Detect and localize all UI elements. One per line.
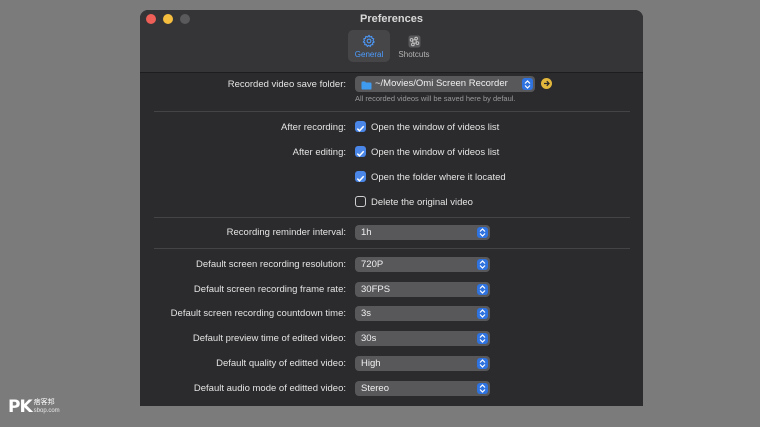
after-editing-option-1: Open the window of videos list bbox=[371, 147, 500, 158]
tab-shortcuts-label: Shotcuts bbox=[398, 49, 430, 59]
after-editing-option-2: Open the folder where it located bbox=[371, 172, 506, 183]
watermark-site: sbop.com bbox=[33, 408, 60, 414]
reminder-select[interactable]: 1h bbox=[355, 225, 490, 240]
resolution-label: Default screen recording resolution: bbox=[196, 259, 346, 270]
quality-label: Default quality of editted video: bbox=[216, 358, 346, 369]
quality-row: Default quality of editted video: High bbox=[140, 354, 643, 374]
preview-time-value: 30s bbox=[361, 333, 377, 344]
reminder-value: 1h bbox=[361, 227, 372, 238]
watermark-name: 痞客邦 bbox=[33, 399, 55, 406]
preview-time-select[interactable]: 30s bbox=[355, 331, 490, 346]
quality-select[interactable]: High bbox=[355, 356, 490, 371]
command-key-icon bbox=[408, 34, 421, 49]
countdown-row: Default screen recording countdown time:… bbox=[140, 304, 643, 324]
save-folder-value: ~/Movies/Omi Screen Recorder bbox=[375, 78, 508, 89]
save-folder-select[interactable]: ~/Movies/Omi Screen Recorder bbox=[355, 76, 535, 92]
divider bbox=[154, 111, 630, 112]
after-editing-row: After editing: Open the window of videos… bbox=[140, 143, 643, 163]
tab-general-label: General bbox=[354, 49, 384, 59]
after-recording-row: After recording: Open the window of vide… bbox=[140, 118, 643, 138]
resolution-value: 720P bbox=[361, 259, 384, 270]
frame-rate-select[interactable]: 30FPS bbox=[355, 282, 490, 297]
watermark-mark: PK bbox=[8, 397, 33, 417]
delete-original-row: Delete the original video bbox=[140, 193, 643, 213]
chevron-updown-icon bbox=[477, 383, 488, 394]
divider bbox=[154, 217, 630, 218]
reminder-label: Recording reminder interval: bbox=[226, 227, 346, 238]
chevron-updown-icon bbox=[477, 227, 488, 238]
chevron-updown-icon bbox=[522, 78, 533, 90]
save-folder-row: Recorded video save folder: ~/Movies/Omi… bbox=[140, 75, 643, 95]
chevron-updown-icon bbox=[477, 284, 488, 295]
preview-time-row: Default preview time of edited video: 30… bbox=[140, 329, 643, 349]
audio-mode-label: Default audio mode of editted video: bbox=[193, 383, 346, 394]
frame-rate-value: 30FPS bbox=[361, 284, 391, 295]
countdown-label: Default screen recording countdown time: bbox=[170, 308, 346, 319]
resolution-row: Default screen recording resolution: 720… bbox=[140, 255, 643, 275]
after-editing-option-3: Delete the original video bbox=[371, 197, 473, 208]
frame-rate-label: Default screen recording frame rate: bbox=[193, 284, 346, 295]
frame-rate-row: Default screen recording frame rate: 30F… bbox=[140, 280, 643, 300]
open-videos-list-after-editing-checkbox[interactable] bbox=[355, 146, 366, 157]
open-videos-list-after-recording-checkbox[interactable] bbox=[355, 121, 366, 132]
after-recording-option: Open the window of videos list bbox=[371, 122, 500, 133]
resolution-select[interactable]: 720P bbox=[355, 257, 490, 272]
after-recording-label: After recording: bbox=[281, 122, 346, 133]
after-editing-label: After editing: bbox=[292, 147, 346, 158]
open-folder-checkbox[interactable] bbox=[355, 171, 366, 182]
watermark-logo: PK 痞客邦 sbop.com bbox=[8, 397, 60, 417]
countdown-select[interactable]: 3s bbox=[355, 306, 490, 321]
open-folder-row: Open the folder where it located bbox=[140, 168, 643, 188]
audio-mode-row: Default audio mode of editted video: Ste… bbox=[140, 379, 643, 399]
tab-shortcuts[interactable]: Shotcuts bbox=[393, 30, 435, 62]
divider bbox=[154, 248, 630, 249]
chevron-updown-icon bbox=[477, 308, 488, 319]
chevron-updown-icon bbox=[477, 358, 488, 369]
save-folder-hint: All recorded videos will be saved here b… bbox=[355, 94, 516, 103]
audio-mode-value: Stereo bbox=[361, 383, 389, 394]
checkmark-icon bbox=[356, 125, 365, 132]
preference-tabs: General Shotcuts bbox=[348, 30, 435, 62]
preview-time-label: Default preview time of edited video: bbox=[192, 333, 346, 344]
title-bar: Preferences General Shotcuts bbox=[140, 10, 643, 73]
audio-mode-select[interactable]: Stereo bbox=[355, 381, 490, 396]
window-title: Preferences bbox=[360, 13, 423, 25]
watermark-text: 痞客邦 sbop.com bbox=[34, 399, 60, 415]
reveal-in-finder-arrow-icon[interactable] bbox=[541, 78, 552, 89]
countdown-value: 3s bbox=[361, 308, 372, 319]
gear-icon bbox=[362, 34, 376, 49]
save-folder-label: Recorded video save folder: bbox=[227, 79, 346, 90]
delete-original-checkbox[interactable] bbox=[355, 196, 366, 207]
reminder-row: Recording reminder interval: 1h bbox=[140, 223, 643, 243]
quality-value: High bbox=[361, 358, 381, 369]
tab-general[interactable]: General bbox=[348, 30, 390, 62]
chevron-updown-icon bbox=[477, 259, 488, 270]
preferences-window: Preferences General Shotcuts Recorded vi… bbox=[140, 10, 643, 406]
checkmark-icon bbox=[356, 150, 365, 157]
chevron-updown-icon bbox=[477, 333, 488, 344]
checkmark-icon bbox=[356, 175, 365, 182]
